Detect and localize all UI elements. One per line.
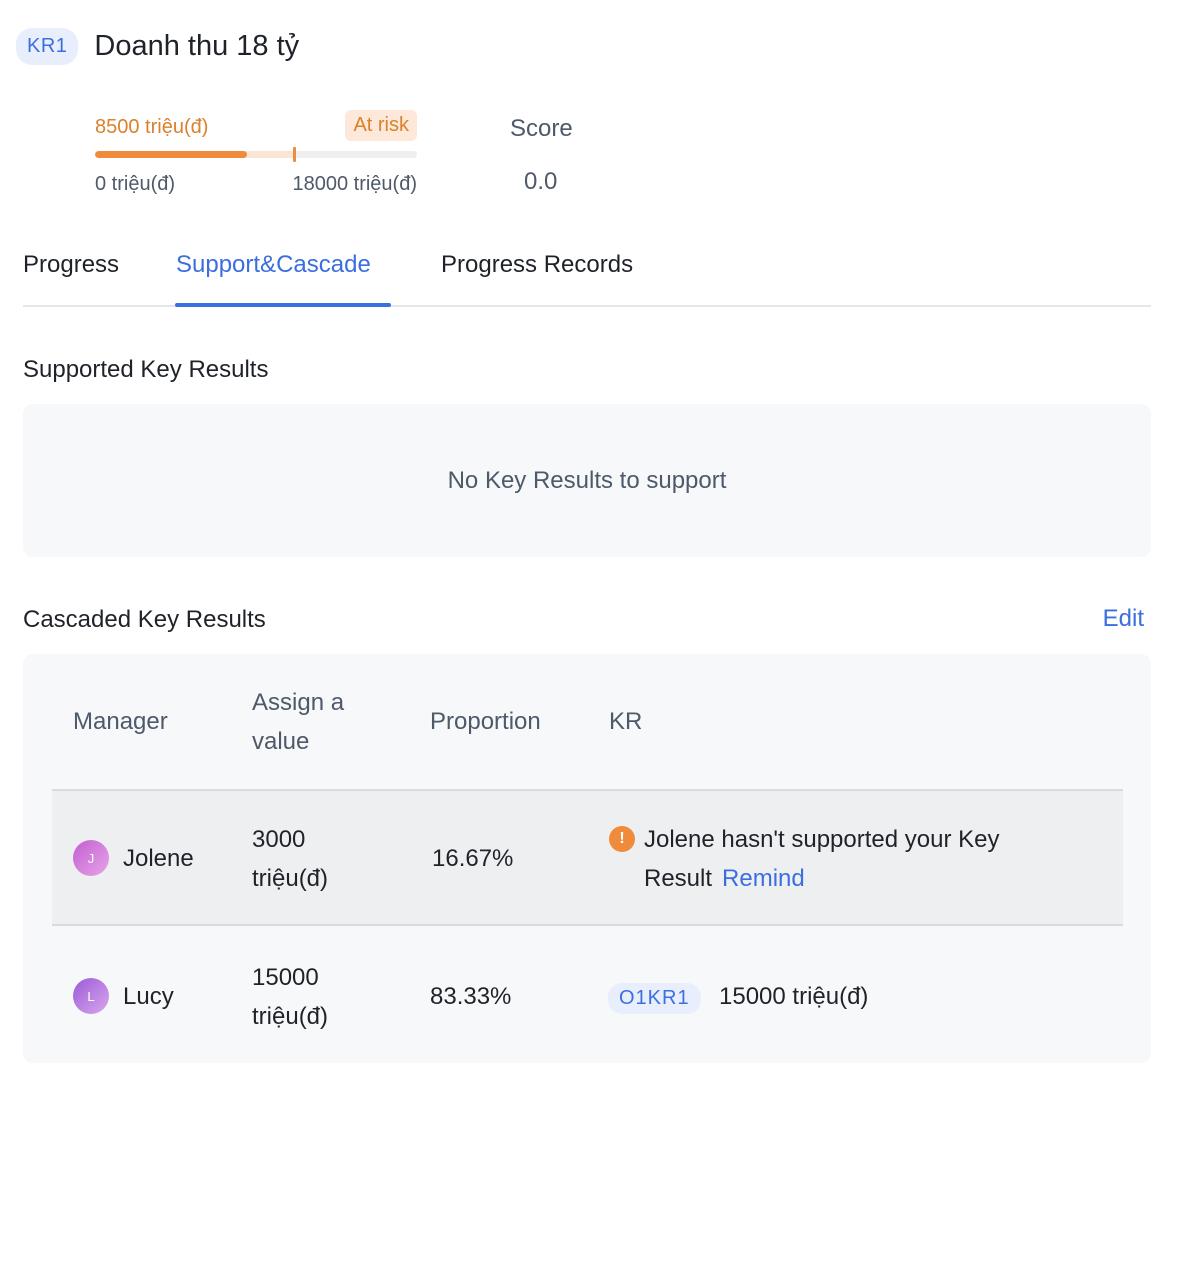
column-header-proportion: Proportion	[430, 708, 541, 735]
column-header-manager: Manager	[73, 708, 168, 735]
page-title: Doanh thu 18 tỷ	[94, 30, 300, 62]
kr-header: KR1 Doanh thu 18 tỷ	[16, 28, 299, 65]
tab-bar: Progress Support&Cascade Progress Record…	[23, 240, 1151, 307]
progress-bar	[95, 151, 417, 158]
manager-name: Jolene	[123, 845, 194, 872]
score-value: 0.0	[524, 168, 558, 195]
kr-warning-message: Jolene hasn't supported your Key Result R…	[644, 826, 1000, 892]
linked-kr-badge[interactable]: O1KR1	[608, 983, 701, 1014]
kr-badge: KR1	[16, 28, 79, 65]
table-row: L Lucy 15000 triệu(đ) 83.33% O1KR1 15000…	[52, 928, 1123, 1065]
progress-min-value: 0 triệu(đ)	[95, 173, 176, 195]
proportion-value: 16.67%	[432, 845, 514, 872]
tab-support-cascade[interactable]: Support&Cascade	[176, 251, 371, 279]
progress-fill	[95, 151, 247, 158]
status-badge: At risk	[345, 110, 417, 141]
progress-block: 8500 triệu(đ) At risk 0 triệu(đ) 18000 t…	[95, 110, 417, 205]
cascaded-section-title: Cascaded Key Results	[23, 606, 266, 633]
proportion-value: 83.33%	[430, 983, 512, 1010]
tab-progress-records[interactable]: Progress Records	[441, 251, 633, 279]
score-label: Score	[510, 115, 573, 142]
current-value: 8500 triệu(đ)	[95, 116, 209, 138]
progress-max-value: 18000 triệu(đ)	[292, 173, 417, 195]
column-header-assign-value: Assign a value	[252, 689, 345, 755]
empty-state-text: No Key Results to support	[447, 466, 727, 494]
linked-kr-value: 15000 triệu(đ)	[719, 983, 869, 1010]
avatar: L	[73, 978, 109, 1014]
active-tab-indicator	[175, 303, 391, 307]
progress-marker	[293, 147, 297, 162]
assigned-value: 3000 triệu(đ)	[252, 826, 329, 892]
avatar: J	[73, 840, 109, 876]
assigned-value: 15000 triệu(đ)	[252, 964, 329, 1030]
cascaded-table: Manager Assign a value Proportion KR J J…	[23, 654, 1151, 1063]
tab-progress[interactable]: Progress	[23, 251, 119, 279]
supported-empty-state: No Key Results to support	[23, 404, 1151, 557]
edit-button[interactable]: Edit	[1103, 605, 1144, 633]
manager-name: Lucy	[123, 983, 174, 1010]
warning-icon: !	[609, 826, 635, 852]
remind-link[interactable]: Remind	[722, 865, 805, 892]
supported-section-title: Supported Key Results	[23, 356, 269, 383]
column-header-kr: KR	[609, 708, 643, 735]
table-row: J Jolene 3000 triệu(đ) 16.67% ! Jolene h…	[52, 789, 1123, 926]
